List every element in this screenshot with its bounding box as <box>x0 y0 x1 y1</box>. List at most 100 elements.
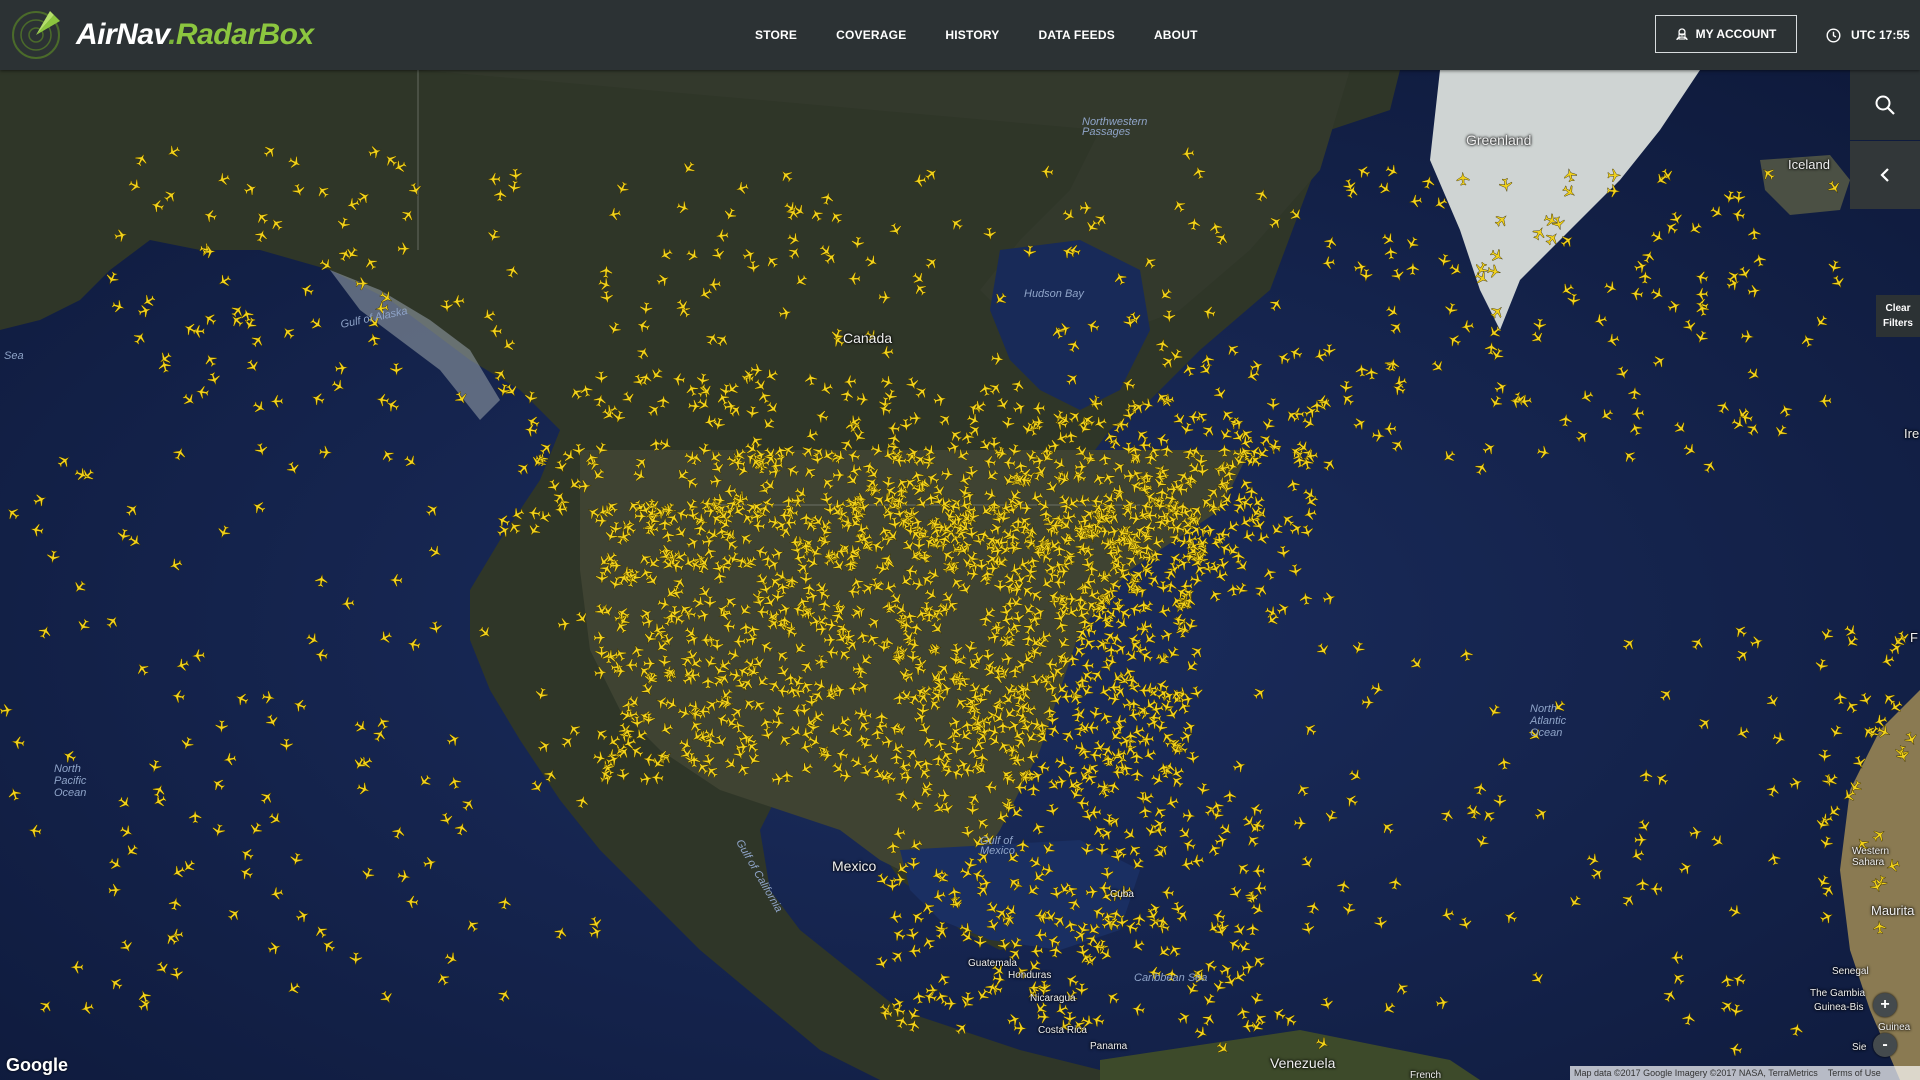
aircraft-marker[interactable] <box>104 613 122 631</box>
aircraft-marker[interactable] <box>1247 801 1264 818</box>
aircraft-marker[interactable] <box>1833 691 1848 705</box>
airnav-radarbox-logo[interactable]: AirNav.RadarBox <box>10 8 330 62</box>
aircraft-marker[interactable] <box>855 392 871 406</box>
aircraft-marker[interactable] <box>319 937 337 955</box>
aircraft-marker[interactable] <box>911 661 928 678</box>
aircraft-marker[interactable] <box>957 580 974 597</box>
aircraft-marker[interactable] <box>1620 891 1638 909</box>
aircraft-marker[interactable] <box>1007 443 1022 458</box>
aircraft-marker[interactable] <box>848 754 865 771</box>
aircraft-marker[interactable] <box>402 453 420 471</box>
aircraft-marker[interactable] <box>1607 168 1621 182</box>
aircraft-marker[interactable] <box>330 377 347 394</box>
aircraft-marker[interactable] <box>1764 693 1782 711</box>
collapse-panel-button[interactable] <box>1850 141 1920 209</box>
aircraft-marker[interactable] <box>422 855 438 870</box>
aircraft-marker[interactable] <box>1053 754 1070 770</box>
aircraft-marker[interactable] <box>1160 886 1175 900</box>
aircraft-marker[interactable] <box>572 443 586 457</box>
aircraft-marker[interactable] <box>635 344 652 361</box>
aircraft-marker[interactable] <box>1276 545 1290 559</box>
aircraft-marker[interactable] <box>1825 803 1843 821</box>
nav-store[interactable]: STORE <box>755 28 797 42</box>
aircraft-marker[interactable] <box>1653 770 1671 788</box>
aircraft-marker[interactable] <box>709 474 724 489</box>
aircraft-marker[interactable] <box>1543 230 1561 248</box>
aircraft-marker[interactable] <box>607 207 622 222</box>
aircraft-marker[interactable] <box>677 736 694 753</box>
aircraft-marker[interactable] <box>983 227 997 241</box>
aircraft-marker[interactable] <box>1001 416 1016 431</box>
aircraft-marker[interactable] <box>897 572 915 590</box>
aircraft-marker[interactable] <box>288 852 304 868</box>
aircraft-marker[interactable] <box>773 647 791 665</box>
aircraft-marker[interactable] <box>611 409 627 425</box>
aircraft-marker[interactable] <box>1254 530 1271 547</box>
aircraft-marker[interactable] <box>6 786 22 802</box>
aircraft-marker[interactable] <box>1299 854 1317 872</box>
aircraft-marker[interactable] <box>1620 635 1638 653</box>
aircraft-marker[interactable] <box>1736 265 1753 282</box>
aircraft-marker[interactable] <box>1592 313 1608 329</box>
aircraft-marker[interactable] <box>1492 211 1510 229</box>
aircraft-marker[interactable] <box>1314 641 1331 659</box>
aircraft-marker[interactable] <box>1429 358 1447 376</box>
aircraft-marker[interactable] <box>890 926 907 943</box>
aircraft-marker[interactable] <box>1812 313 1830 331</box>
aircraft-marker[interactable] <box>887 721 903 737</box>
aircraft-marker[interactable] <box>267 810 285 828</box>
aircraft-marker[interactable] <box>266 940 282 956</box>
aircraft-marker[interactable] <box>253 209 271 227</box>
aircraft-marker[interactable] <box>1460 319 1475 334</box>
aircraft-marker[interactable] <box>1629 847 1646 864</box>
aircraft-marker[interactable] <box>1630 406 1645 421</box>
aircraft-marker[interactable] <box>1234 859 1252 877</box>
aircraft-marker[interactable] <box>849 574 866 591</box>
aircraft-marker[interactable] <box>1408 655 1426 673</box>
aircraft-marker[interactable] <box>1010 377 1027 394</box>
aircraft-marker[interactable] <box>55 452 73 470</box>
aircraft-marker[interactable] <box>168 896 183 911</box>
aircraft-marker[interactable] <box>1636 817 1653 834</box>
aircraft-marker[interactable] <box>1091 470 1108 487</box>
aircraft-marker[interactable] <box>279 738 294 752</box>
aircraft-marker[interactable] <box>476 624 494 642</box>
aircraft-marker[interactable] <box>222 752 237 767</box>
aircraft-marker[interactable] <box>639 772 654 787</box>
aircraft-marker[interactable] <box>1088 748 1103 762</box>
aircraft-marker[interactable] <box>1109 669 1127 687</box>
aircraft-marker[interactable] <box>1342 792 1360 809</box>
aircraft-marker[interactable] <box>247 820 264 837</box>
aircraft-marker[interactable] <box>559 733 577 751</box>
aircraft-marker[interactable] <box>179 735 195 752</box>
aircraft-marker[interactable] <box>334 361 349 375</box>
aircraft-marker[interactable] <box>1162 309 1176 324</box>
aircraft-marker[interactable] <box>1182 809 1196 823</box>
aircraft-marker[interactable] <box>1677 859 1694 876</box>
aircraft-marker[interactable] <box>238 845 255 862</box>
aircraft-marker[interactable] <box>1246 922 1260 936</box>
aircraft-marker[interactable] <box>1389 436 1407 454</box>
aircraft-marker[interactable] <box>1365 366 1379 381</box>
aircraft-marker[interactable] <box>1082 451 1097 465</box>
nav-history[interactable]: HISTORY <box>945 28 999 42</box>
aircraft-marker[interactable] <box>1002 456 1016 470</box>
aircraft-marker[interactable] <box>314 182 332 200</box>
aircraft-marker[interactable] <box>1048 943 1063 959</box>
aircraft-marker[interactable] <box>1392 374 1408 390</box>
aircraft-marker[interactable] <box>233 690 250 707</box>
aircraft-marker[interactable] <box>1223 340 1241 358</box>
aircraft-marker[interactable] <box>1201 305 1217 321</box>
aircraft-marker[interactable] <box>1473 260 1490 277</box>
aircraft-marker[interactable] <box>554 502 568 516</box>
aircraft-marker[interactable] <box>943 997 958 1011</box>
aircraft-marker[interactable] <box>1155 943 1173 961</box>
nav-coverage[interactable]: COVERAGE <box>836 28 906 42</box>
aircraft-marker[interactable] <box>683 474 701 492</box>
aircraft-marker[interactable] <box>799 442 817 460</box>
aircraft-marker[interactable] <box>715 228 729 243</box>
aircraft-marker[interactable] <box>1421 174 1437 190</box>
aircraft-marker[interactable] <box>573 609 591 627</box>
aircraft-marker[interactable] <box>367 144 383 160</box>
aircraft-marker[interactable] <box>1294 781 1312 799</box>
